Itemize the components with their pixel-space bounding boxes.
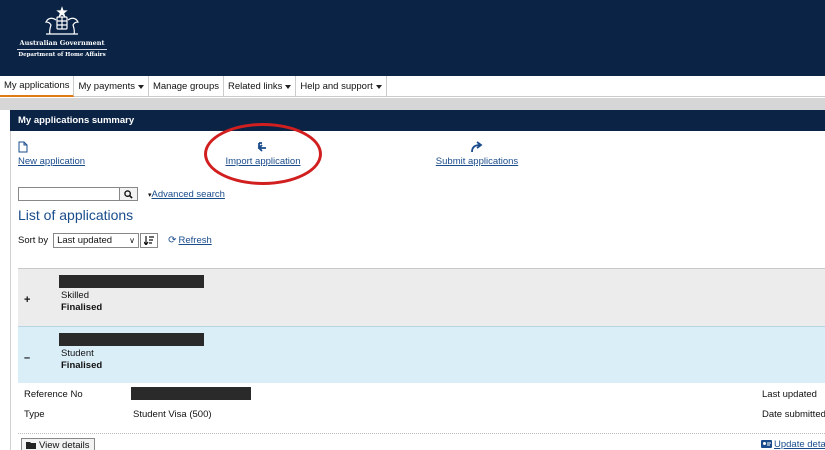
view-details-button[interactable]: View details	[21, 438, 95, 450]
refresh-icon: ⟳	[168, 235, 177, 246]
sort-controls: Sort by Last updated ∨ ⟳ Refresh	[18, 233, 212, 248]
application-status: Finalised	[61, 360, 103, 371]
sort-order-icon	[144, 236, 155, 245]
sort-value: Last updated	[57, 235, 113, 246]
new-application-action[interactable]: New application	[18, 141, 88, 167]
view-details-label: View details	[39, 439, 90, 450]
application-row-skilled[interactable]: + Skilled Finalised	[18, 268, 825, 326]
type-label: Type	[24, 409, 45, 420]
sort-label: Sort by	[18, 235, 49, 246]
redacted-application-name	[59, 275, 204, 288]
advanced-search-link[interactable]: Advanced search	[152, 189, 225, 200]
search-icon	[124, 189, 133, 199]
org-name-line2: Department of Home Affairs	[18, 52, 106, 58]
detail-divider	[18, 433, 825, 434]
last-updated-label: Last updated	[762, 389, 817, 400]
sort-order-button[interactable]	[140, 233, 159, 248]
share-arrow-icon	[432, 141, 522, 155]
main-navigation: My applications My payments Manage group…	[0, 76, 825, 97]
caret-down-icon	[375, 84, 382, 89]
caret-down-icon	[285, 84, 292, 89]
government-crest-logo[interactable]: Australian Government Department of Home…	[12, 6, 112, 66]
advanced-search-toggle[interactable]: ▾Advanced search	[148, 189, 225, 200]
application-type: Skilled	[61, 290, 89, 301]
nav-label: Help and support	[300, 81, 373, 92]
caret-down-icon	[137, 84, 144, 89]
chevron-down-icon: ∨	[129, 236, 136, 245]
application-type: Student	[61, 348, 94, 359]
reference-label: Reference No	[24, 389, 83, 400]
refresh-link[interactable]: Refresh	[179, 235, 212, 246]
refresh-action[interactable]: ⟳ Refresh	[168, 235, 212, 246]
update-details-link[interactable]: Update details	[774, 439, 825, 450]
search-input[interactable]	[18, 187, 120, 201]
coat-of-arms-icon	[45, 6, 79, 35]
redacted-application-name	[59, 333, 204, 346]
date-submitted-label: Date submitted	[762, 409, 825, 420]
submit-applications-action[interactable]: Submit applications	[432, 141, 522, 167]
expand-toggle[interactable]: +	[24, 294, 30, 306]
application-status: Finalised	[61, 302, 103, 313]
update-details-action[interactable]: Update details	[761, 439, 825, 450]
type-value: Student Visa (500)	[133, 409, 212, 420]
nav-help-and-support[interactable]: Help and support	[296, 76, 387, 97]
collapse-toggle[interactable]: –	[24, 352, 30, 364]
nav-related-links[interactable]: Related links	[224, 76, 297, 97]
logo-divider	[17, 49, 107, 50]
nav-label: Related links	[228, 81, 283, 92]
header-banner: Australian Government Department of Home…	[0, 0, 825, 76]
sort-select[interactable]: Last updated ∨	[53, 233, 140, 248]
list-title: List of applications	[18, 207, 134, 223]
submit-applications-link[interactable]: Submit applications	[436, 156, 518, 167]
new-application-link[interactable]: New application	[18, 156, 85, 167]
application-row-student[interactable]: – Student Finalised	[18, 326, 825, 383]
nav-label: My payments	[78, 81, 135, 92]
redacted-reference-number	[131, 387, 251, 400]
nav-label: My applications	[4, 80, 70, 91]
id-card-icon	[761, 440, 772, 448]
nav-my-payments[interactable]: My payments	[74, 76, 149, 97]
summary-title-bar: My applications summary	[10, 110, 825, 131]
nav-manage-groups[interactable]: Manage groups	[149, 76, 225, 97]
highlight-circle-annotation	[204, 123, 322, 185]
nav-my-applications[interactable]: My applications	[0, 76, 75, 97]
document-icon	[18, 141, 88, 155]
application-details: Reference No Type Student Visa (500) Las…	[18, 383, 825, 450]
org-name-line1: Australian Government	[19, 39, 105, 47]
search-button[interactable]	[120, 187, 138, 201]
nav-label: Manage groups	[152, 81, 220, 92]
folder-open-icon	[26, 442, 36, 449]
page-gutter	[0, 98, 825, 110]
search-group: ▾Advanced search	[18, 187, 225, 201]
